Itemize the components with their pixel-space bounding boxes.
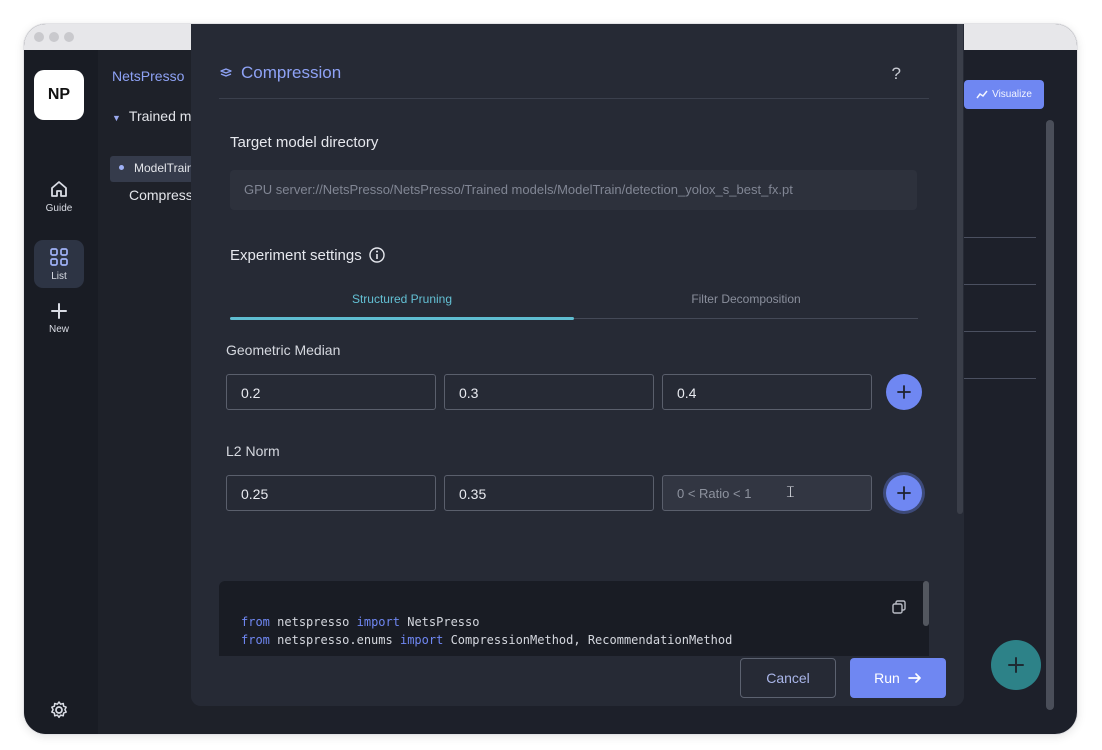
l2-norm-ratio-input[interactable]: 0.35 xyxy=(444,475,654,511)
code-line: from netspresso.enums import Compression… xyxy=(241,631,929,649)
divider xyxy=(964,331,1036,332)
l2-norm-ratio-input-empty[interactable]: 0 < Ratio < 1 𝙸 xyxy=(662,475,872,511)
run-button[interactable]: Run xyxy=(850,658,946,698)
chart-line-icon xyxy=(976,90,988,98)
add-l2-norm-button[interactable] xyxy=(886,475,922,511)
help-icon[interactable]: ? xyxy=(892,64,901,84)
cancel-button[interactable]: Cancel xyxy=(740,658,836,698)
tree-item-label: ModelTrain xyxy=(134,161,194,175)
modal-footer xyxy=(191,656,964,706)
app-window: NP Guide List New NetsPresso ▼ Trained m… xyxy=(24,24,1077,734)
experiment-settings-label: Experiment settings xyxy=(230,246,386,264)
rail-item-list[interactable]: List xyxy=(34,240,84,288)
geometric-median-ratio-input[interactable]: 0.4 xyxy=(662,374,872,410)
code-keyword: from xyxy=(241,633,270,647)
code-scrollbar[interactable] xyxy=(923,581,929,626)
tree-folder-label: Trained m xyxy=(128,108,192,124)
modal-scrollbar[interactable] xyxy=(957,24,963,514)
plus-icon xyxy=(897,385,911,399)
ratio-placeholder: 0 < Ratio < 1 xyxy=(677,486,752,501)
tab-filter-decomposition[interactable]: Filter Decomposition xyxy=(574,284,918,320)
divider xyxy=(964,378,1036,379)
code-names: CompressionMethod, RecommendationMethod xyxy=(450,633,733,647)
bullet-icon xyxy=(119,165,124,170)
compress-icon xyxy=(220,68,232,77)
geometric-median-ratio-input[interactable]: 0.3 xyxy=(444,374,654,410)
modal-header: Compression ? xyxy=(219,58,929,88)
code-names: NetsPresso xyxy=(407,615,480,629)
arrow-right-icon xyxy=(907,673,921,683)
rail-label: Guide xyxy=(45,202,73,214)
tree-folder[interactable]: ▼ Trained m xyxy=(112,108,191,124)
copy-icon[interactable] xyxy=(891,599,907,615)
gear-icon[interactable] xyxy=(49,700,69,720)
experiment-settings-text: Experiment settings xyxy=(230,246,362,264)
compression-modal: Compression ? Target model directory GPU… xyxy=(191,24,964,706)
home-icon xyxy=(51,180,67,197)
caret-down-icon: ▼ xyxy=(112,113,121,123)
info-icon[interactable] xyxy=(368,246,386,264)
visualize-button[interactable]: Visualize xyxy=(964,80,1044,109)
target-dir-field[interactable]: GPU server://NetsPresso/NetsPresso/Train… xyxy=(230,170,917,210)
l2-norm-ratio-input[interactable]: 0.25 xyxy=(226,475,436,511)
geometric-median-label: Geometric Median xyxy=(226,342,341,358)
run-label: Run xyxy=(874,670,900,686)
window-dot[interactable] xyxy=(64,32,74,42)
app-logo[interactable]: NP xyxy=(34,70,84,120)
plus-icon xyxy=(897,486,911,500)
code-preview: from netspresso import NetsPresso from n… xyxy=(219,581,929,656)
code-module: netspresso.enums xyxy=(277,633,393,647)
l2-norm-label: L2 Norm xyxy=(226,443,280,459)
plus-icon xyxy=(1008,657,1024,673)
code-module: netspresso xyxy=(277,615,350,629)
code-line: from netspresso import NetsPresso xyxy=(241,613,929,631)
add-geometric-median-button[interactable] xyxy=(886,374,922,410)
rail-item-guide[interactable]: Guide xyxy=(34,172,84,220)
tree-brand[interactable]: NetsPresso xyxy=(112,68,184,84)
side-rail: NP Guide List New xyxy=(24,50,98,734)
rail-label: New xyxy=(48,323,69,335)
geometric-median-ratio-input[interactable]: 0.2 xyxy=(226,374,436,410)
visualize-label: Visualize xyxy=(992,89,1032,100)
background-scrollbar[interactable] xyxy=(1046,120,1054,710)
tree-item[interactable]: Compress xyxy=(129,187,193,203)
code-keyword: import xyxy=(356,615,400,629)
divider xyxy=(964,284,1036,285)
header-divider xyxy=(219,98,929,99)
tab-structured-pruning[interactable]: Structured Pruning xyxy=(230,284,574,320)
window-dot[interactable] xyxy=(34,32,44,42)
add-fab-button[interactable] xyxy=(991,640,1041,690)
rail-label: List xyxy=(51,270,67,282)
code-keyword: import xyxy=(399,633,444,647)
rail-item-new[interactable]: New xyxy=(34,294,84,342)
target-dir-label: Target model directory xyxy=(230,134,379,151)
code-keyword: from xyxy=(241,615,270,629)
modal-title: Compression xyxy=(241,63,342,82)
tab-active-indicator xyxy=(230,317,574,320)
plus-icon xyxy=(51,302,67,319)
grid-icon xyxy=(50,247,68,266)
text-cursor-icon: 𝙸 xyxy=(784,484,796,501)
divider xyxy=(964,237,1036,238)
window-dot[interactable] xyxy=(49,32,59,42)
